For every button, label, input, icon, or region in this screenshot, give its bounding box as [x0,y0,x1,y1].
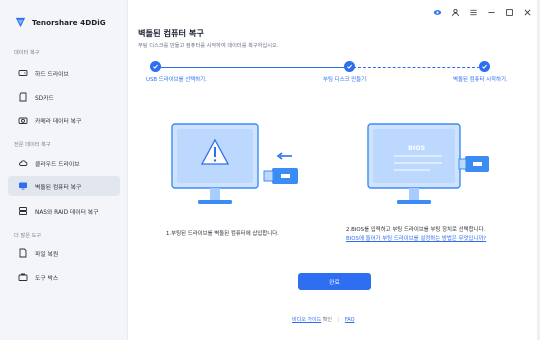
toolbox-icon [18,272,28,282]
bios-howto-link[interactable]: BIOS에 들어가 부팅 드라이브를 설정하는 방법은 무엇입니까? [346,236,486,242]
sidebar-item-sd-card[interactable]: SD카드 [8,87,120,107]
minimize-icon[interactable] [487,8,496,17]
finish-button[interactable]: 완료 [298,273,371,290]
step-connector-1 [155,67,345,69]
section-label-data-recovery: 데이터 복구 [14,50,40,56]
eye-icon[interactable] [433,8,442,17]
sidebar-item-label: NAS와 RAID 데이터 복구 [35,209,99,216]
video-guide-link[interactable]: 비디오 가이드 [292,317,321,323]
sidebar-item-label: 카메라 데이터 복구 [35,118,82,125]
sidebar: Tenorshare 4DDiG 데이터 복구 하드 드라이브 SD카드 카메라… [0,0,127,340]
sidebar-item-file-repair[interactable]: 파일 복원 [8,243,120,263]
step-3-check-icon [479,61,490,72]
step-2-description: 2.BIOS를 입력하고 부팅 드라이브를 부팅 장치로 선택합니다. BIOS… [346,226,496,244]
file-repair-icon [18,248,28,258]
user-icon[interactable] [451,8,460,17]
hard-drive-icon [18,68,28,78]
bios-screen-label: BIOS [408,144,426,152]
step-1-description: 1.부팅된 드라이브를 벽돌된 컴퓨터에 삽입합니다. [166,231,279,237]
menu-icon[interactable] [469,8,478,17]
app-logo-icon [15,17,26,27]
section-label-more-tools: 더 많은 도구 [14,233,42,239]
bios-illustration [367,123,489,204]
computer-icon [18,181,28,191]
sidebar-item-label: 파일 복원 [35,251,59,258]
brand: Tenorshare 4DDiG [0,0,127,32]
sidebar-item-toolbox[interactable]: 도구 박스 [8,267,120,287]
sidebar-item-label: SD카드 [35,95,54,102]
sidebar-item-label: 하드 드라이브 [35,71,69,78]
video-guide-suffix: 확인 [322,317,332,323]
sidebar-item-bricked-computer[interactable]: 벽돌된 컴퓨터 복구 [8,176,120,196]
sidebar-item-label: 벽돌된 컴퓨터 복구 [35,184,82,191]
app-name: Tenorshare 4DDiG [32,17,106,27]
step-1-label: USB 드라이브를 선택하기. [146,77,207,83]
step-1-check-icon [150,61,161,72]
page-subtitle: 부팅 디스크를 만들고 컴퓨터를 시작하여 데이터를 복구하십시오. [138,43,279,49]
step-connector-2 [353,67,480,68]
main-panel: 벽돌된 컴퓨터 복구 부팅 디스크를 만들고 컴퓨터를 시작하여 데이터를 복구… [127,0,540,340]
section-label-pro-recovery: 전문 데이터 복구 [14,142,51,148]
camera-icon [18,115,28,125]
sidebar-item-cloud-drive[interactable]: 클라우드 드라이브 [8,153,120,173]
footer-divider: | [337,317,340,323]
bios-instruction-text: 2.BIOS를 입력하고 부팅 드라이브를 부팅 장치로 선택합니다. [346,227,486,233]
sidebar-item-label: 클라우드 드라이브 [35,161,80,168]
step-3-label: 벽돌된 컴퓨터 시작하기. [453,77,508,83]
nas-icon [18,206,28,216]
sidebar-item-label: 도구 박스 [35,275,59,282]
step-2-check-icon [344,61,355,72]
step-2-label: 부팅 디스크 만들기 [323,77,367,83]
sidebar-item-hard-drive[interactable]: 하드 드라이브 [8,63,120,83]
maximize-icon[interactable] [505,8,514,17]
sidebar-item-camera[interactable]: 카메라 데이터 복구 [8,110,120,130]
faq-link[interactable]: FAQ [345,317,355,323]
page-title: 벽돌된 컴퓨터 복구 [138,28,204,38]
window-controls [433,8,532,17]
sidebar-item-nas-raid[interactable]: NAS와 RAID 데이터 복구 [8,201,120,221]
footer-links: 비디오 가이드 확인 | FAQ [292,316,355,323]
insert-usb-illustration [171,123,298,204]
sd-card-icon [18,92,28,102]
close-icon[interactable] [523,8,532,17]
cloud-icon [18,158,28,168]
